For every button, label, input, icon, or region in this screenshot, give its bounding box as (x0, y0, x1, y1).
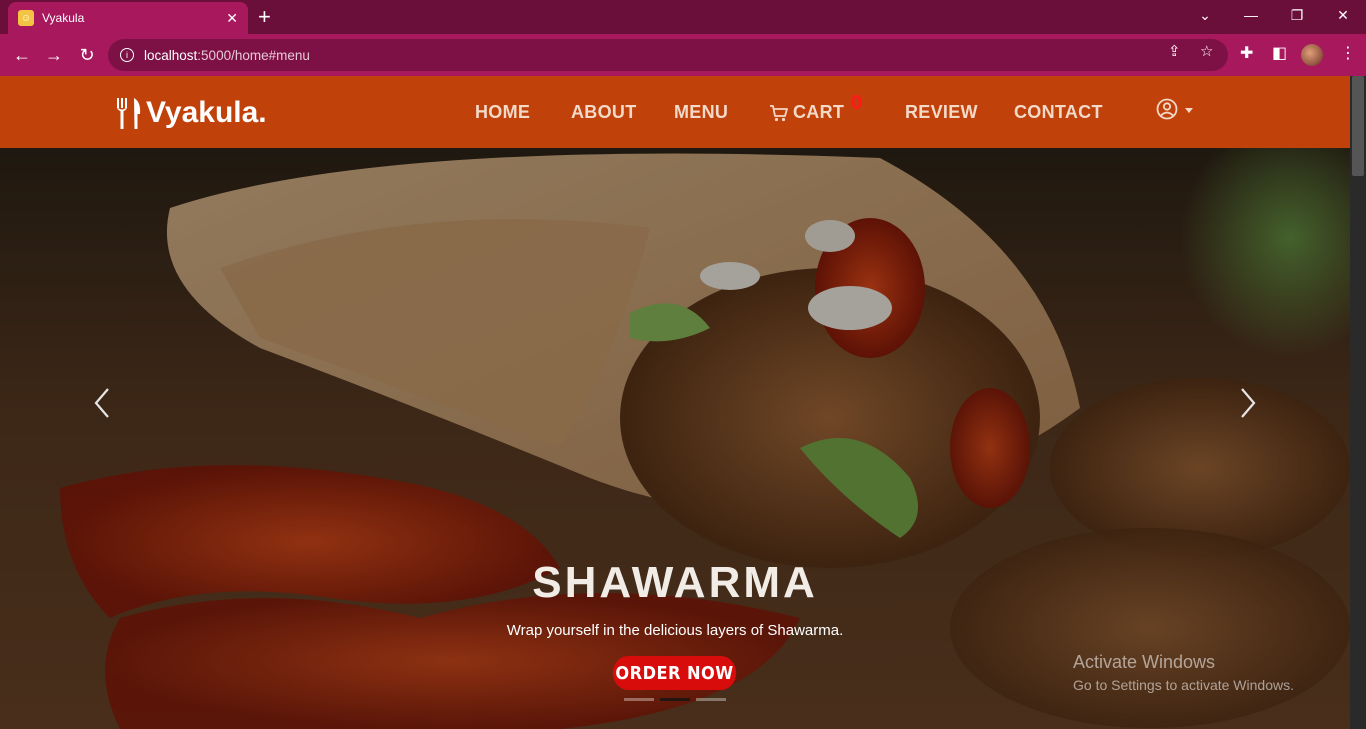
windows-activation-watermark: Activate Windows Go to Settings to activ… (1073, 652, 1294, 693)
hero-dim-overlay (0, 148, 1350, 729)
forward-button[interactable]: → (42, 43, 66, 67)
cart-count-badge: 0 (851, 92, 863, 114)
carousel-indicator-3[interactable] (696, 698, 726, 701)
brand-name: Vyakula. (146, 96, 267, 129)
brand-logo[interactable]: Vyakula. (114, 96, 267, 130)
share-icon[interactable]: ⇪ (1168, 42, 1181, 60)
cutlery-icon (117, 98, 141, 129)
hero-carousel: SHAWARMA Wrap yourself in the delicious … (0, 148, 1350, 729)
carousel-indicator-1[interactable] (624, 698, 654, 701)
profile-avatar[interactable] (1301, 44, 1323, 66)
watermark-subtitle: Go to Settings to activate Windows. (1073, 677, 1294, 693)
nav-link-home[interactable]: HOME (475, 102, 530, 123)
hero-subtitle: Wrap yourself in the delicious layers of… (506, 622, 844, 639)
carousel-prev-icon[interactable] (90, 385, 114, 421)
browser-toolbar: ← → ↻ i localhost:5000/home#menu ⇪ ☆ ✚ ◧… (0, 34, 1366, 76)
close-window-button[interactable]: ✕ (1320, 0, 1366, 30)
browser-tab[interactable]: ☺ Vyakula ✕ (8, 2, 248, 34)
site-favicon-icon: ☺ (18, 10, 34, 26)
cart-icon[interactable] (769, 103, 789, 123)
page-viewport: Vyakula. HOME ABOUT MENU CART 0 REVIEW C… (0, 76, 1366, 729)
order-now-button[interactable]: ORDER NOW (612, 656, 737, 690)
tab-title: Vyakula (42, 11, 85, 25)
carousel-next-icon[interactable] (1236, 385, 1260, 421)
watermark-title: Activate Windows (1073, 652, 1216, 672)
side-panel-icon[interactable]: ◧ (1272, 43, 1287, 63)
nav-link-review[interactable]: REVIEW (905, 102, 978, 123)
site-info-icon[interactable]: i (120, 48, 134, 62)
user-account-icon[interactable] (1156, 98, 1178, 120)
tab-search-icon[interactable]: ⌄ (1182, 0, 1228, 30)
extensions-icon[interactable]: ✚ (1240, 43, 1253, 63)
back-button[interactable]: ← (10, 43, 34, 67)
new-tab-button[interactable]: + (258, 5, 271, 29)
nav-link-about[interactable]: ABOUT (571, 102, 637, 123)
carousel-indicators (624, 698, 726, 701)
browser-menu-icon[interactable]: ⋮ (1340, 43, 1356, 63)
browser-tab-bar: ☺ Vyakula ✕ + ⌄ — ❐ ✕ (0, 0, 1366, 34)
nav-link-contact[interactable]: CONTACT (1014, 102, 1103, 123)
hero-title: SHAWARMA (532, 558, 818, 607)
scrollbar-thumb[interactable] (1352, 76, 1364, 176)
site-navbar: Vyakula. HOME ABOUT MENU CART 0 REVIEW C… (0, 76, 1350, 148)
nav-link-menu[interactable]: MENU (674, 102, 728, 123)
chevron-down-icon[interactable] (1185, 108, 1193, 113)
close-tab-icon[interactable]: ✕ (226, 10, 238, 27)
bookmark-star-icon[interactable]: ☆ (1200, 42, 1213, 60)
nav-link-cart[interactable]: CART (793, 102, 844, 123)
reload-button[interactable]: ↻ (75, 43, 99, 67)
minimize-button[interactable]: — (1228, 0, 1274, 30)
carousel-indicator-2[interactable] (660, 698, 690, 701)
address-bar[interactable]: i localhost:5000/home#menu (108, 39, 1228, 71)
restore-button[interactable]: ❐ (1274, 0, 1320, 30)
url-path: :5000/home#menu (197, 47, 310, 63)
url-host: localhost (144, 47, 198, 63)
